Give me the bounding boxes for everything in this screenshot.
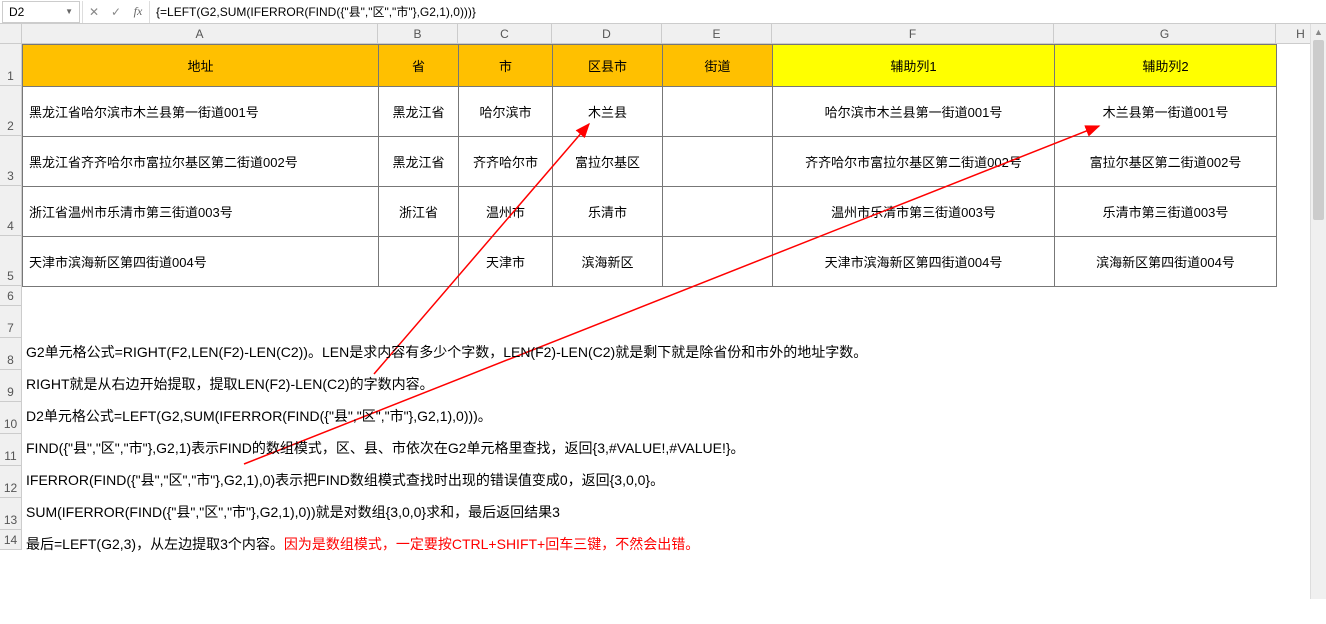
select-all-corner[interactable] [0,24,22,44]
col-header-c[interactable]: C [458,24,552,44]
cell[interactable]: 富拉尔基区 [553,137,663,187]
fx-icon[interactable]: fx [127,1,149,23]
cell[interactable]: 齐齐哈尔市富拉尔基区第二街道002号 [773,137,1055,187]
row-header-11[interactable]: 11 [0,434,22,466]
cell[interactable] [663,237,773,287]
note-line[interactable]: G2单元格公式=RIGHT(F2,LEN(F2)-LEN(C2))。LEN是求内… [22,336,867,368]
header-district[interactable]: 区县市 [553,45,663,87]
cell[interactable]: 浙江省 [379,187,459,237]
table-row: 天津市滨海新区第四街道004号 天津市 滨海新区 天津市滨海新区第四街道004号… [23,237,1277,287]
cell[interactable]: 天津市滨海新区第四街道004号 [23,237,379,287]
table-row: 黑龙江省哈尔滨市木兰县第一街道001号 黑龙江省 哈尔滨市 木兰县 哈尔滨市木兰… [23,87,1277,137]
cell-reference: D2 [9,5,24,19]
row-header-14[interactable]: 14 [0,530,22,550]
column-headers: A B C D E F G H [22,24,1326,44]
cell[interactable]: 木兰县 [553,87,663,137]
formula-bar-buttons: ✕ ✓ fx [82,1,150,23]
header-province[interactable]: 省 [379,45,459,87]
col-header-a[interactable]: A [22,24,378,44]
row-headers: 1234567891011121314 [0,44,22,550]
cell[interactable] [663,187,773,237]
note-line[interactable]: 最后=LEFT(G2,3)，从左边提取3个内容。 因为是数组模式，一定要按CTR… [22,528,867,560]
note-line[interactable]: SUM(IFERROR(FIND({"县","区","市"},G2,1),0))… [22,496,867,528]
vertical-scrollbar[interactable]: ▲ [1310,24,1326,599]
cell[interactable]: 滨海新区第四街道004号 [1055,237,1277,287]
cell[interactable]: 浙江省温州市乐清市第三街道003号 [23,187,379,237]
formula-input[interactable]: {=LEFT(G2,SUM(IFERROR(FIND({"县","区","市"}… [150,3,1326,20]
row-header-7[interactable]: 7 [0,306,22,338]
note-line[interactable]: IFERROR(FIND({"县","区","市"},G2,1),0)表示把FI… [22,464,867,496]
notes-block: G2单元格公式=RIGHT(F2,LEN(F2)-LEN(C2))。LEN是求内… [22,336,867,560]
cell[interactable]: 滨海新区 [553,237,663,287]
name-box-dropdown-icon[interactable]: ▼ [65,7,73,16]
row-header-13[interactable]: 13 [0,498,22,530]
cell[interactable]: 温州市乐清市第三街道003号 [773,187,1055,237]
cell[interactable] [379,237,459,287]
cell[interactable]: 木兰县第一街道001号 [1055,87,1277,137]
data-table: 地址 省 市 区县市 街道 辅助列1 辅助列2 黑龙江省哈尔滨市木兰县第一街道0… [22,44,1277,287]
cell[interactable]: 乐清市第三街道003号 [1055,187,1277,237]
cancel-icon[interactable]: ✕ [83,1,105,23]
col-header-g[interactable]: G [1054,24,1276,44]
row-header-6[interactable]: 6 [0,286,22,306]
row-header-10[interactable]: 10 [0,402,22,434]
row-header-3[interactable]: 3 [0,136,22,186]
cell[interactable]: 哈尔滨市 [459,87,553,137]
cell[interactable]: 富拉尔基区第二街道002号 [1055,137,1277,187]
row-header-2[interactable]: 2 [0,86,22,136]
col-header-f[interactable]: F [772,24,1054,44]
confirm-icon[interactable]: ✓ [105,1,127,23]
header-aux1[interactable]: 辅助列1 [773,45,1055,87]
header-address[interactable]: 地址 [23,45,379,87]
cell[interactable]: 哈尔滨市木兰县第一街道001号 [773,87,1055,137]
cell[interactable] [663,137,773,187]
row-header-5[interactable]: 5 [0,236,22,286]
note-line[interactable]: RIGHT就是从右边开始提取，提取LEN(F2)-LEN(C2)的字数内容。 [22,368,867,400]
cell[interactable]: 黑龙江省 [379,87,459,137]
scroll-up-icon[interactable]: ▲ [1311,24,1326,40]
note-text: 最后=LEFT(G2,3)，从左边提取3个内容。 [26,534,284,554]
col-header-b[interactable]: B [378,24,458,44]
table-row: 浙江省温州市乐清市第三街道003号 浙江省 温州市 乐清市 温州市乐清市第三街道… [23,187,1277,237]
note-text-red: 因为是数组模式，一定要按CTRL+SHIFT+回车三键，不然会出错。 [284,534,699,554]
cell[interactable]: 黑龙江省齐齐哈尔市富拉尔基区第二街道002号 [23,137,379,187]
row-header-9[interactable]: 9 [0,370,22,402]
row-header-8[interactable]: 8 [0,338,22,370]
header-street[interactable]: 街道 [663,45,773,87]
row-header-1[interactable]: 1 [0,44,22,86]
col-header-d[interactable]: D [552,24,662,44]
cell[interactable]: 乐清市 [553,187,663,237]
scrollbar-thumb[interactable] [1313,40,1324,220]
name-box[interactable]: D2 ▼ [2,1,80,23]
col-header-e[interactable]: E [662,24,772,44]
row-header-4[interactable]: 4 [0,186,22,236]
header-aux2[interactable]: 辅助列2 [1055,45,1277,87]
cell[interactable]: 天津市滨海新区第四街道004号 [773,237,1055,287]
cell[interactable]: 齐齐哈尔市 [459,137,553,187]
cell[interactable] [663,87,773,137]
cell[interactable]: 黑龙江省哈尔滨市木兰县第一街道001号 [23,87,379,137]
header-row: 地址 省 市 区县市 街道 辅助列1 辅助列2 [23,45,1277,87]
cell[interactable]: 黑龙江省 [379,137,459,187]
table-row: 黑龙江省齐齐哈尔市富拉尔基区第二街道002号 黑龙江省 齐齐哈尔市 富拉尔基区 … [23,137,1277,187]
formula-bar: D2 ▼ ✕ ✓ fx {=LEFT(G2,SUM(IFERROR(FIND({… [0,0,1326,24]
header-city[interactable]: 市 [459,45,553,87]
cell[interactable]: 天津市 [459,237,553,287]
grid-cells: 地址 省 市 区县市 街道 辅助列1 辅助列2 黑龙江省哈尔滨市木兰县第一街道0… [22,44,1277,287]
note-line[interactable]: FIND({"县","区","市"},G2,1)表示FIND的数组模式，区、县、… [22,432,867,464]
note-line[interactable]: D2单元格公式=LEFT(G2,SUM(IFERROR(FIND({"县","区… [22,400,867,432]
cell[interactable]: 温州市 [459,187,553,237]
row-header-12[interactable]: 12 [0,466,22,498]
